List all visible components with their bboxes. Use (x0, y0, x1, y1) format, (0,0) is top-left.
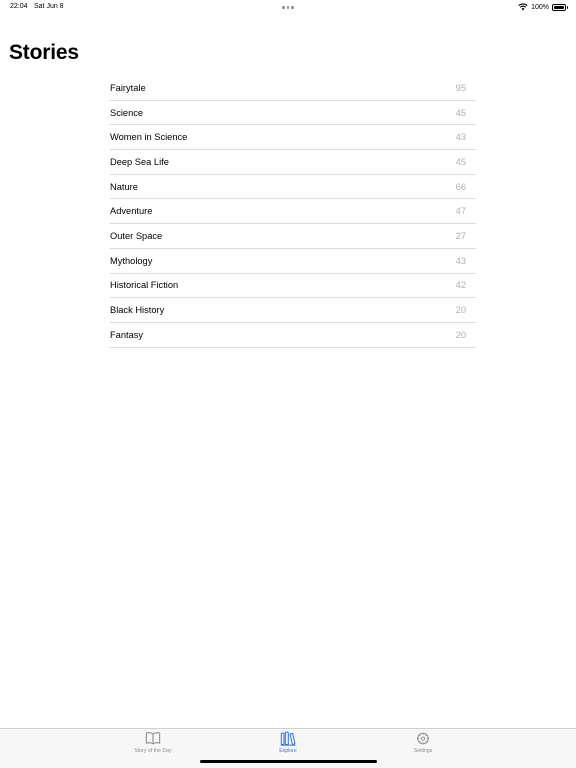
home-indicator[interactable] (200, 760, 377, 763)
list-item[interactable]: Historical Fiction 42 (110, 274, 476, 299)
status-bar: 22:04 Sat Jun 8 100% (0, 0, 576, 14)
list-item[interactable]: Black History 20 (110, 298, 476, 323)
list-item-label: Mythology (110, 255, 153, 266)
list-item[interactable]: Adventure 47 (110, 199, 476, 225)
list-item-label: Outer Space (110, 230, 163, 241)
list-item-label: Black History (110, 305, 165, 316)
battery-percent: 100% (531, 3, 549, 11)
tab-label: Settings (413, 748, 433, 754)
list-item-count: 20 (455, 305, 466, 316)
list-item-count: 42 (455, 280, 466, 291)
list-item-count: 95 (455, 82, 466, 93)
list-item[interactable]: Deep Sea Life 45 (110, 150, 476, 175)
status-indicators: 100% (518, 3, 568, 11)
list-item-label: Fairytale (110, 82, 146, 93)
tab-label: Explore (279, 748, 297, 754)
list-item-count: 27 (455, 230, 466, 241)
tab-label: Story of the Day (134, 748, 172, 754)
list-item-count: 45 (455, 107, 466, 118)
wifi-icon (518, 3, 528, 11)
page-title: Stories (9, 41, 79, 64)
list-item[interactable]: Fairytale 95 (110, 76, 476, 101)
list-item-count: 47 (455, 206, 466, 217)
list-item-label: Fantasy (110, 329, 144, 340)
list-item-label: Historical Fiction (110, 280, 179, 291)
screen: 22:04 Sat Jun 8 100% Stories Fairytale 9… (0, 0, 576, 768)
list-item[interactable]: Mythology 43 (110, 249, 476, 274)
list-item-count: 66 (455, 181, 466, 192)
battery-icon (552, 3, 568, 11)
list-item-label: Deep Sea Life (110, 156, 169, 167)
gear-icon (417, 732, 429, 745)
list-item[interactable]: Women in Science 43 (110, 125, 476, 151)
list-item[interactable]: Outer Space 27 (110, 224, 476, 249)
list-item-count: 43 (455, 255, 466, 266)
list-item-count: 20 (455, 329, 466, 340)
multitasking-dots-icon[interactable] (282, 6, 294, 9)
list-item-label: Science (110, 107, 144, 118)
list-item[interactable]: Science 45 (110, 101, 476, 126)
list-item[interactable]: Fantasy 20 (110, 323, 476, 348)
tab-explore[interactable]: Explore (248, 731, 328, 757)
status-date: Sat Jun 8 (34, 3, 64, 10)
tab-settings[interactable]: Settings (383, 731, 463, 757)
tab-story-of-the-day[interactable]: Story of the Day (113, 731, 193, 757)
books-icon (280, 731, 296, 746)
list-item-label: Adventure (110, 206, 153, 217)
status-time: 22:04 (10, 3, 28, 10)
category-list: Fairytale 95 Science 45 Women in Science… (110, 76, 476, 348)
list-item-count: 45 (455, 156, 466, 167)
list-item[interactable]: Nature 66 (110, 175, 476, 200)
list-item-count: 43 (455, 132, 466, 143)
book-icon (145, 732, 161, 745)
list-item-label: Women in Science (110, 132, 188, 143)
list-item-label: Nature (110, 181, 138, 192)
